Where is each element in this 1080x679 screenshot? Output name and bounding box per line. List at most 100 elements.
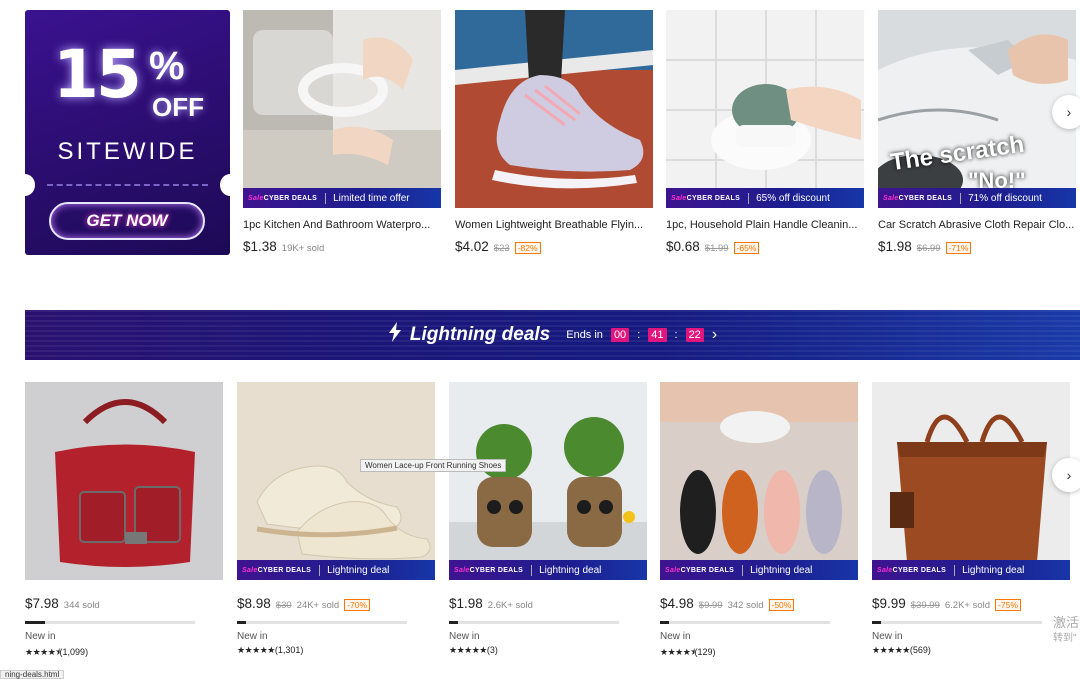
original-price: $9.99 <box>698 600 723 611</box>
badge-text: Lightning deal <box>327 564 390 576</box>
cyber-deals-logo: SaleCYBER DEALS <box>877 566 947 574</box>
groot-planter-image <box>449 382 647 580</box>
sold-progress-bar <box>449 621 619 624</box>
deal-card-leather-tote[interactable]: SaleCYBER DEALS Lightning deal $9.99 $39… <box>872 382 1070 656</box>
star-icons: ★★★★⯨ <box>25 647 60 657</box>
product-image[interactable] <box>455 10 653 208</box>
timer-seconds: 22 <box>685 328 704 342</box>
rating-stars: ★★★★⯨(129) <box>660 645 858 661</box>
cyber-deals-logo: SaleCYBER DEALS <box>454 566 524 574</box>
product-price: $1.38 <box>243 239 277 254</box>
deal-banner: SaleCYBER DEALS Limited time offer <box>243 188 441 208</box>
product-price: $4.02 <box>455 239 489 254</box>
product-title[interactable]: 1pc, Household Plain Handle Cleanin... <box>666 219 864 231</box>
product-price: $0.68 <box>666 239 700 254</box>
star-icons: ★★★★★ <box>872 645 910 655</box>
review-count: (1,099) <box>59 647 89 657</box>
carousel-next-button[interactable]: › <box>1052 95 1080 129</box>
promo-off: OFF <box>152 92 204 122</box>
product-image[interactable] <box>25 382 223 580</box>
product-image[interactable]: The scratch "No!" SaleCYBER DEALS 71% of… <box>878 10 1076 208</box>
product-price: $4.98 <box>660 596 694 611</box>
deal-banner: SaleCYBER DEALS 71% off discount <box>878 188 1076 208</box>
deal-banner: SaleCYBER DEALS Lightning deal <box>872 560 1070 580</box>
sold-count: 19K+ sold <box>281 243 325 254</box>
deal-card-sneakers[interactable]: SaleCYBER DEALS Lightning deal $8.98 $30… <box>237 382 435 656</box>
deal-card-red-bag[interactable]: $7.98 344 sold New in ★★★★⯨(1,099) <box>25 382 223 661</box>
clogs-image <box>660 382 858 580</box>
discount-badge: -65% <box>733 242 760 254</box>
ticket-notch-left <box>25 174 35 196</box>
deal-banner: SaleCYBER DEALS 65% off discount <box>666 188 864 208</box>
product-card-car-scratch[interactable]: The scratch "No!" SaleCYBER DEALS 71% of… <box>878 10 1076 254</box>
lightning-deals-header[interactable]: Lightning deals Ends in 00 : 41 : 22 › <box>25 310 1080 360</box>
cream-sneakers-image <box>237 382 435 580</box>
product-image[interactable]: SaleCYBER DEALS Lightning deal <box>872 382 1070 580</box>
deal-card-groot-planter[interactable]: SaleCYBER DEALS Lightning deal $1.98 2.6… <box>449 382 647 656</box>
star-icons: ★★★★★ <box>449 645 487 655</box>
discount-badge: -75% <box>995 599 1021 611</box>
promo-percent: 15 <box>53 36 142 113</box>
tape-product-image <box>243 10 441 208</box>
product-card-sneakers[interactable]: Women Lightweight Breathable Flyin... $4… <box>455 10 653 254</box>
product-title[interactable]: Car Scratch Abrasive Cloth Repair Clo... <box>878 219 1076 231</box>
leather-tote-image <box>872 382 1070 580</box>
sold-count: 344 sold <box>63 600 100 611</box>
timer-minutes: 41 <box>648 328 667 342</box>
product-image[interactable]: SaleCYBER DEALS Lightning deal <box>660 382 858 580</box>
discount-badge: -82% <box>514 242 541 254</box>
rating-stars: ★★★★★(569) <box>872 645 1070 656</box>
star-icons: ★★★★★ <box>237 645 275 655</box>
product-tooltip: Women Lace-up Front Running Shoes <box>360 459 507 472</box>
product-card-tape[interactable]: SaleCYBER DEALS Limited time offer 1pc K… <box>243 10 441 254</box>
deals-carousel-next-button[interactable]: › <box>1052 458 1080 492</box>
deal-banner: SaleCYBER DEALS Lightning deal <box>449 560 647 580</box>
new-in-label: New in <box>872 631 903 642</box>
sold-progress-bar <box>872 621 1042 624</box>
original-price: $1.99 <box>704 243 729 254</box>
rating-stars: ★★★★★(1,301) <box>237 645 435 656</box>
discount-badge: -50% <box>768 599 795 611</box>
deal-banner: SaleCYBER DEALS Lightning deal <box>237 560 435 580</box>
cyber-deals-logo: SaleCYBER DEALS <box>883 194 953 202</box>
product-price: $8.98 <box>237 596 271 611</box>
product-card-cleaning-brush[interactable]: SaleCYBER DEALS 65% off discount 1pc, Ho… <box>666 10 864 254</box>
deal-card-clogs[interactable]: SaleCYBER DEALS Lightning deal $4.98 $9.… <box>660 382 858 661</box>
deal-banner: SaleCYBER DEALS Lightning deal <box>660 560 858 580</box>
product-image[interactable]: SaleCYBER DEALS 65% off discount <box>666 10 864 208</box>
sold-count: 342 sold <box>727 600 764 611</box>
sold-progress-bar <box>660 621 830 624</box>
review-count: (129) <box>694 647 716 657</box>
product-price: $9.99 <box>872 596 906 611</box>
review-count: (1,301) <box>274 645 304 655</box>
new-in-label: New in <box>660 631 691 642</box>
sold-progress-bar <box>25 621 195 624</box>
rating-stars: ★★★★★(3) <box>449 645 647 656</box>
cyber-deals-logo: SaleCYBER DEALS <box>665 566 735 574</box>
get-now-button[interactable]: GET NOW <box>49 202 205 240</box>
product-title[interactable]: 1pc Kitchen And Bathroom Waterpro... <box>243 219 441 231</box>
new-in-label: New in <box>449 631 480 642</box>
chevron-right-icon: › <box>1066 104 1072 120</box>
sneakers-product-image <box>455 10 653 208</box>
review-count: (3) <box>486 645 498 655</box>
product-image[interactable]: SaleCYBER DEALS Limited time offer <box>243 10 441 208</box>
badge-text: Limited time offer <box>333 192 410 204</box>
original-price: $6.99 <box>916 243 941 254</box>
ticket-notch-right <box>220 174 230 196</box>
brush-product-image <box>666 10 864 208</box>
sold-count: 24K+ sold <box>296 600 340 611</box>
cyber-deals-logo: SaleCYBER DEALS <box>242 566 312 574</box>
promo-divider <box>47 184 208 186</box>
product-image[interactable]: SaleCYBER DEALS Lightning deal <box>237 382 435 580</box>
new-in-label: New in <box>25 631 56 642</box>
product-price: $7.98 <box>25 596 59 611</box>
product-title[interactable]: Women Lightweight Breathable Flyin... <box>455 219 653 231</box>
timer-hours: 00 <box>610 328 630 342</box>
original-price: $30 <box>275 600 292 611</box>
sold-count: 2.6K+ sold <box>487 600 533 611</box>
promo-banner[interactable]: 15 % OFF SITEWIDE GET NOW <box>25 10 230 255</box>
chevron-right-icon[interactable]: › <box>712 326 717 344</box>
product-price: $1.98 <box>878 239 912 254</box>
product-image[interactable]: SaleCYBER DEALS Lightning deal <box>449 382 647 580</box>
